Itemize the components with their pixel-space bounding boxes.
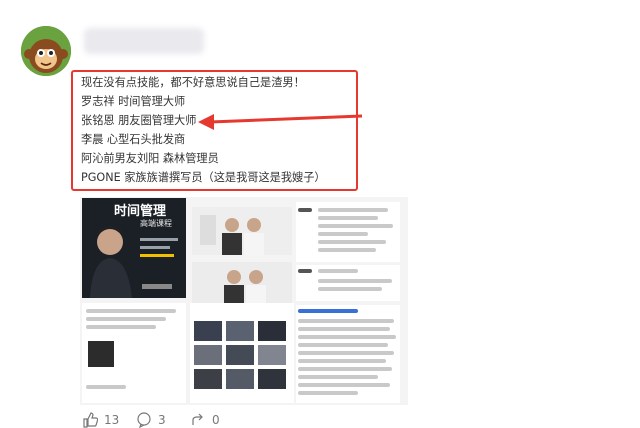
share-icon (192, 413, 203, 425)
share-button[interactable]: 0 (190, 412, 220, 428)
comment-line-1: 现在没有点技能，都不好意思说自己是渣男！ (81, 76, 305, 89)
chat-screenshot-panel (296, 202, 400, 262)
username-blurred[interactable] (84, 28, 204, 54)
photo-grid-panel (190, 303, 294, 403)
comment-image[interactable]: 时间管理 高端课程 (80, 197, 408, 405)
share-count: 0 (212, 413, 220, 427)
comment-actions: 13 3 0 (80, 410, 340, 428)
two-men-photo-icon (192, 262, 292, 306)
comment-count: 3 (158, 413, 166, 427)
like-count: 13 (104, 413, 120, 427)
user-avatar[interactable] (21, 26, 71, 76)
post-screenshot-panel (82, 303, 186, 403)
comment-button[interactable]: 3 (136, 412, 166, 428)
photo-grid-icon (194, 321, 286, 389)
monkey-avatar-icon (21, 26, 71, 76)
red-arrow-icon (198, 114, 363, 130)
like-button[interactable]: 13 (82, 412, 119, 428)
comment-line-5: 阿沁前男友刘阳 森林管理员 (81, 152, 219, 165)
photo-panel-1 (192, 207, 292, 255)
thumbs-up-icon (83, 412, 98, 428)
photo-panel-2 (192, 262, 292, 306)
comment-line-2: 罗志祥 时间管理大师 (81, 95, 186, 108)
speech-bubble-icon (137, 412, 151, 428)
comment-line-4: 李晨 心型石头批发商 (81, 133, 186, 146)
comment-line-3: 张铭恩 朋友圈管理大师 (81, 114, 197, 127)
two-men-photo-icon (192, 207, 292, 255)
poster-panel: 时间管理 高端课程 (82, 198, 186, 298)
chat-screenshot-panel-2 (296, 265, 400, 301)
man-portrait-icon (90, 226, 178, 298)
long-post-panel (296, 305, 400, 403)
comment-line-6: PGONE 家族族谱撰写员（这是我哥这是我嫂子） (81, 171, 326, 184)
